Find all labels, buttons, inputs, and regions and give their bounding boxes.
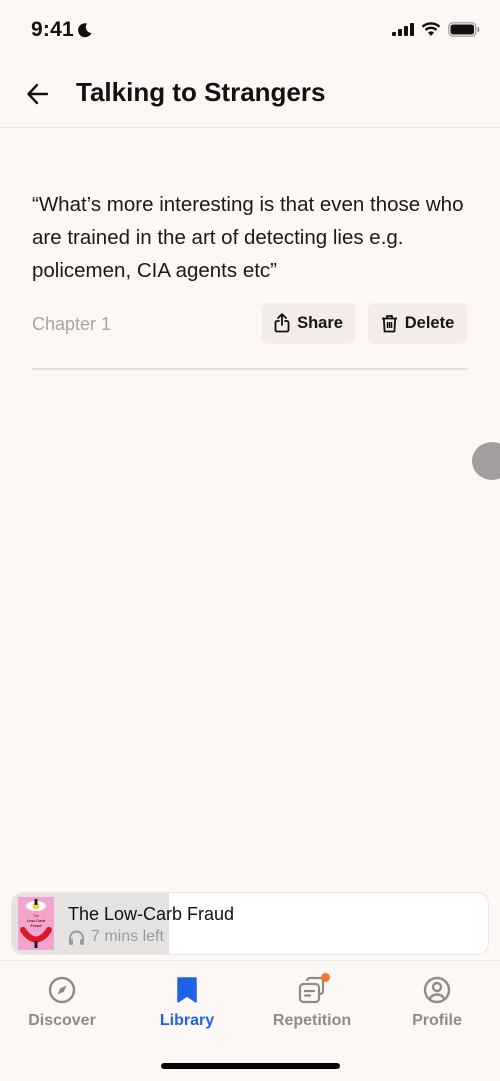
share-icon (274, 313, 290, 333)
highlight-quote: “What’s more interesting is that even th… (32, 193, 464, 282)
wifi-icon (421, 22, 441, 36)
book-cover: The Low-Carb Fraud (18, 897, 54, 950)
time-left-text: 7 mins left (91, 928, 164, 945)
status-bar: 9:41 (0, 0, 500, 60)
share-label: Share (297, 313, 343, 332)
user-circle-icon (423, 976, 451, 1004)
divider (32, 368, 468, 370)
headphones-icon (69, 930, 84, 945)
time-left: 7 mins left (68, 928, 164, 946)
mini-player[interactable]: The Low-Carb Fraud The Low-Carb Fraud 7 … (11, 892, 489, 955)
trash-icon (381, 314, 397, 332)
home-indicator (161, 1063, 340, 1069)
header: Talking to Strangers (0, 60, 500, 128)
status-icons (392, 22, 480, 37)
svg-text:Fraud: Fraud (30, 923, 42, 928)
bookmark-icon (177, 977, 197, 1003)
compass-icon (48, 976, 76, 1004)
delete-label: Delete (404, 313, 455, 332)
highlight-meta-row: Chapter 1 Share Delete (32, 303, 468, 347)
arrow-left-icon[interactable] (24, 80, 52, 108)
highlight-item: “What’s more interesting is that even th… (32, 188, 468, 347)
battery-icon (448, 22, 480, 37)
chapter-label: Chapter 1 (32, 314, 112, 334)
share-button[interactable]: Share (262, 303, 355, 343)
tab-profile[interactable]: Profile (382, 975, 492, 1030)
status-time-text: 9:41 (31, 18, 74, 41)
book-title: The Low-Carb Fraud (68, 904, 235, 924)
tab-repetition[interactable]: Repetition (257, 973, 367, 1030)
tab-discover[interactable]: Discover (7, 975, 117, 1030)
notification-badge (321, 973, 330, 982)
cards-icon-wrap (297, 973, 330, 1005)
cellular-signal-icon (392, 23, 414, 36)
tab-label: Profile (412, 1012, 462, 1029)
tab-label: Repetition (272, 1012, 352, 1029)
tab-label: Discover (28, 1012, 96, 1029)
moon-icon (77, 23, 92, 38)
tab-library[interactable]: Library (132, 975, 242, 1030)
delete-button[interactable]: Delete (368, 303, 467, 343)
tab-label: Library (159, 1012, 215, 1029)
scroll-handle[interactable] (472, 442, 500, 480)
page-title: Talking to Strangers (76, 77, 326, 107)
status-time: 9:41 (31, 18, 93, 42)
